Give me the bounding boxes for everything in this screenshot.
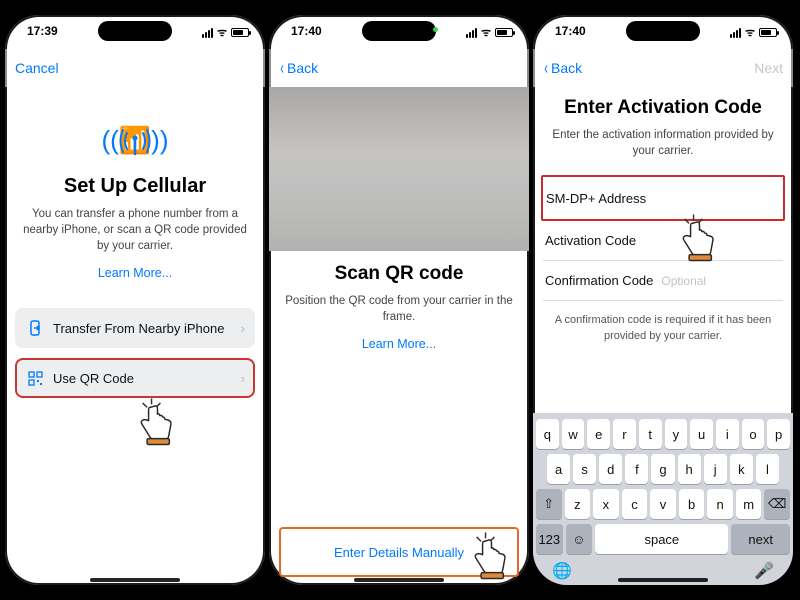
use-qr-code-row[interactable]: Use QR Code › bbox=[15, 358, 255, 398]
status-time: 17:39 bbox=[27, 24, 58, 38]
optional-hint: Optional bbox=[661, 274, 706, 288]
page-title: Scan QR code bbox=[279, 263, 519, 285]
status-right: ᯤ bbox=[202, 25, 249, 40]
dynamic-island bbox=[98, 21, 172, 41]
battery-icon bbox=[495, 28, 513, 37]
key-⌫[interactable]: ⌫ bbox=[764, 489, 790, 519]
key-w[interactable]: w bbox=[562, 419, 585, 449]
activation-code-field[interactable]: Activation Code bbox=[543, 221, 783, 261]
key-h[interactable]: h bbox=[678, 454, 701, 484]
battery-icon bbox=[231, 28, 249, 37]
home-indicator bbox=[354, 578, 444, 582]
key-space[interactable]: space bbox=[595, 524, 728, 554]
signal-icon bbox=[466, 28, 477, 38]
keyboard: qwertyuiop asdfghjkl ⇧zxcvbnm⌫ 123 ☺ spa… bbox=[533, 413, 793, 585]
row-label: Use QR Code bbox=[53, 371, 134, 386]
key-b[interactable]: b bbox=[679, 489, 705, 519]
dynamic-island bbox=[626, 21, 700, 41]
screen-scan-qr: 17:40 ᯤ ‹Back Scan QR code Position the … bbox=[269, 15, 529, 585]
key-q[interactable]: q bbox=[536, 419, 559, 449]
status-bar: 17:40 ᯤ bbox=[269, 15, 529, 49]
page-subtitle: Enter the activation information provide… bbox=[543, 127, 783, 159]
key-emoji[interactable]: ☺ bbox=[566, 524, 593, 554]
status-time: 17:40 bbox=[555, 24, 586, 38]
learn-more-link[interactable]: Learn More... bbox=[279, 337, 519, 351]
key-i[interactable]: i bbox=[716, 419, 739, 449]
key-x[interactable]: x bbox=[593, 489, 619, 519]
nav-bar: Cancel bbox=[5, 49, 265, 87]
signal-icon bbox=[202, 28, 213, 38]
back-button[interactable]: ‹Back bbox=[543, 59, 582, 77]
page-title: Set Up Cellular bbox=[15, 175, 255, 198]
key-v[interactable]: v bbox=[650, 489, 676, 519]
nav-bar: ‹Back bbox=[269, 49, 529, 87]
key-next[interactable]: next bbox=[731, 524, 790, 554]
key-⇧[interactable]: ⇧ bbox=[536, 489, 562, 519]
qr-icon bbox=[25, 371, 45, 386]
key-d[interactable]: d bbox=[599, 454, 622, 484]
status-right: ᯤ bbox=[730, 25, 777, 40]
antenna-icon bbox=[15, 126, 255, 163]
key-a[interactable]: a bbox=[547, 454, 570, 484]
home-indicator bbox=[618, 578, 708, 582]
chevron-right-icon: › bbox=[241, 321, 245, 336]
screen-setup-cellular: 17:39 ᯤ Cancel ((📶)) bbox=[5, 15, 265, 585]
transfer-nearby-row[interactable]: Transfer From Nearby iPhone › bbox=[15, 308, 255, 348]
key-k[interactable]: k bbox=[730, 454, 753, 484]
key-r[interactable]: r bbox=[613, 419, 636, 449]
smdp-address-field[interactable]: SM-DP+ Address bbox=[544, 178, 782, 218]
globe-icon[interactable]: 🌐 bbox=[552, 561, 572, 581]
key-o[interactable]: o bbox=[742, 419, 765, 449]
chevron-left-icon: ‹ bbox=[544, 59, 548, 77]
confirmation-code-field[interactable]: Confirmation Code Optional bbox=[543, 261, 783, 301]
signal-icon bbox=[730, 28, 741, 38]
key-m[interactable]: m bbox=[736, 489, 762, 519]
status-time: 17:40 bbox=[291, 24, 322, 38]
wifi-icon: ᯤ bbox=[217, 25, 227, 40]
camera-active-dot bbox=[433, 27, 438, 32]
learn-more-link[interactable]: Learn More... bbox=[15, 266, 255, 280]
key-j[interactable]: j bbox=[704, 454, 727, 484]
row-label: Transfer From Nearby iPhone bbox=[53, 321, 224, 336]
mic-icon[interactable]: 🎤 bbox=[754, 561, 774, 581]
enter-details-manually-link[interactable]: Enter Details Manually bbox=[279, 527, 519, 577]
wifi-icon: ᯤ bbox=[481, 25, 491, 40]
chevron-left-icon: ‹ bbox=[280, 59, 284, 77]
key-n[interactable]: n bbox=[707, 489, 733, 519]
next-button[interactable]: Next bbox=[754, 60, 783, 76]
transfer-icon bbox=[25, 320, 45, 336]
status-bar: 17:40 ᯤ bbox=[533, 15, 793, 49]
key-z[interactable]: z bbox=[565, 489, 591, 519]
key-u[interactable]: u bbox=[690, 419, 713, 449]
key-g[interactable]: g bbox=[651, 454, 674, 484]
home-indicator bbox=[90, 578, 180, 582]
wifi-icon: ᯤ bbox=[745, 25, 755, 40]
screen-enter-activation-code: 17:40 ᯤ ‹Back Next Enter Activation Code… bbox=[533, 15, 793, 585]
key-f[interactable]: f bbox=[625, 454, 648, 484]
chevron-right-icon: › bbox=[241, 371, 245, 386]
status-bar: 17:39 ᯤ bbox=[5, 15, 265, 49]
key-y[interactable]: y bbox=[665, 419, 688, 449]
page-subtitle: You can transfer a phone number from a n… bbox=[15, 206, 255, 254]
key-123[interactable]: 123 bbox=[536, 524, 563, 554]
key-c[interactable]: c bbox=[622, 489, 648, 519]
key-p[interactable]: p bbox=[767, 419, 790, 449]
key-l[interactable]: l bbox=[756, 454, 779, 484]
key-e[interactable]: e bbox=[587, 419, 610, 449]
dynamic-island bbox=[362, 21, 436, 41]
nav-bar: ‹Back Next bbox=[533, 49, 793, 87]
cancel-button[interactable]: Cancel bbox=[15, 60, 59, 76]
confirmation-note: A confirmation code is required if it ha… bbox=[543, 313, 783, 344]
key-s[interactable]: s bbox=[573, 454, 596, 484]
camera-preview bbox=[269, 87, 529, 251]
page-subtitle: Position the QR code from your carrier i… bbox=[279, 293, 519, 325]
page-title: Enter Activation Code bbox=[543, 97, 783, 119]
key-t[interactable]: t bbox=[639, 419, 662, 449]
battery-icon bbox=[759, 28, 777, 37]
back-button[interactable]: ‹Back bbox=[279, 59, 318, 77]
status-right: ᯤ bbox=[466, 25, 513, 40]
